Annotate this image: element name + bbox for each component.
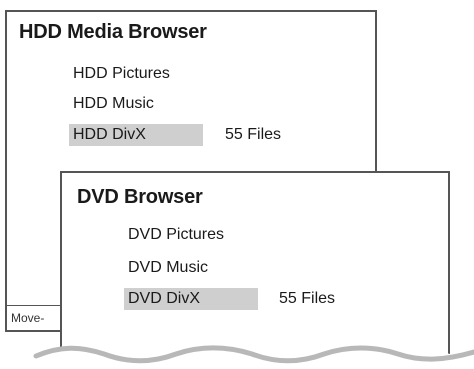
dvd-browser-title: DVD Browser xyxy=(77,186,203,208)
dvd-divx-file-count: 55 Files xyxy=(279,290,336,307)
menu-item-label: HDD DivX xyxy=(69,124,203,146)
menu-item-hdd-pictures[interactable]: HDD Pictures xyxy=(69,63,203,85)
menu-item-label: DVD DivX xyxy=(124,288,258,310)
menu-item-label: DVD Music xyxy=(128,259,209,276)
screen: HDD Media Browser HDD Pictures HDD Music… xyxy=(0,0,474,369)
menu-item-label: DVD Pictures xyxy=(128,226,225,243)
menu-item-label: HDD Pictures xyxy=(73,65,170,82)
menu-item-dvd-music[interactable]: DVD Music xyxy=(124,257,258,279)
menu-item-dvd-pictures[interactable]: DVD Pictures xyxy=(124,224,258,246)
menu-item-hdd-divx[interactable]: HDD DivX xyxy=(69,124,203,146)
hdd-browser-title: HDD Media Browser xyxy=(19,21,207,43)
menu-item-hdd-music[interactable]: HDD Music xyxy=(69,93,203,115)
menu-item-dvd-divx[interactable]: DVD DivX xyxy=(124,288,258,310)
menu-item-label: HDD Music xyxy=(73,95,154,112)
torn-edge-wave xyxy=(0,345,474,369)
hdd-divx-file-count: 55 Files xyxy=(225,126,282,143)
